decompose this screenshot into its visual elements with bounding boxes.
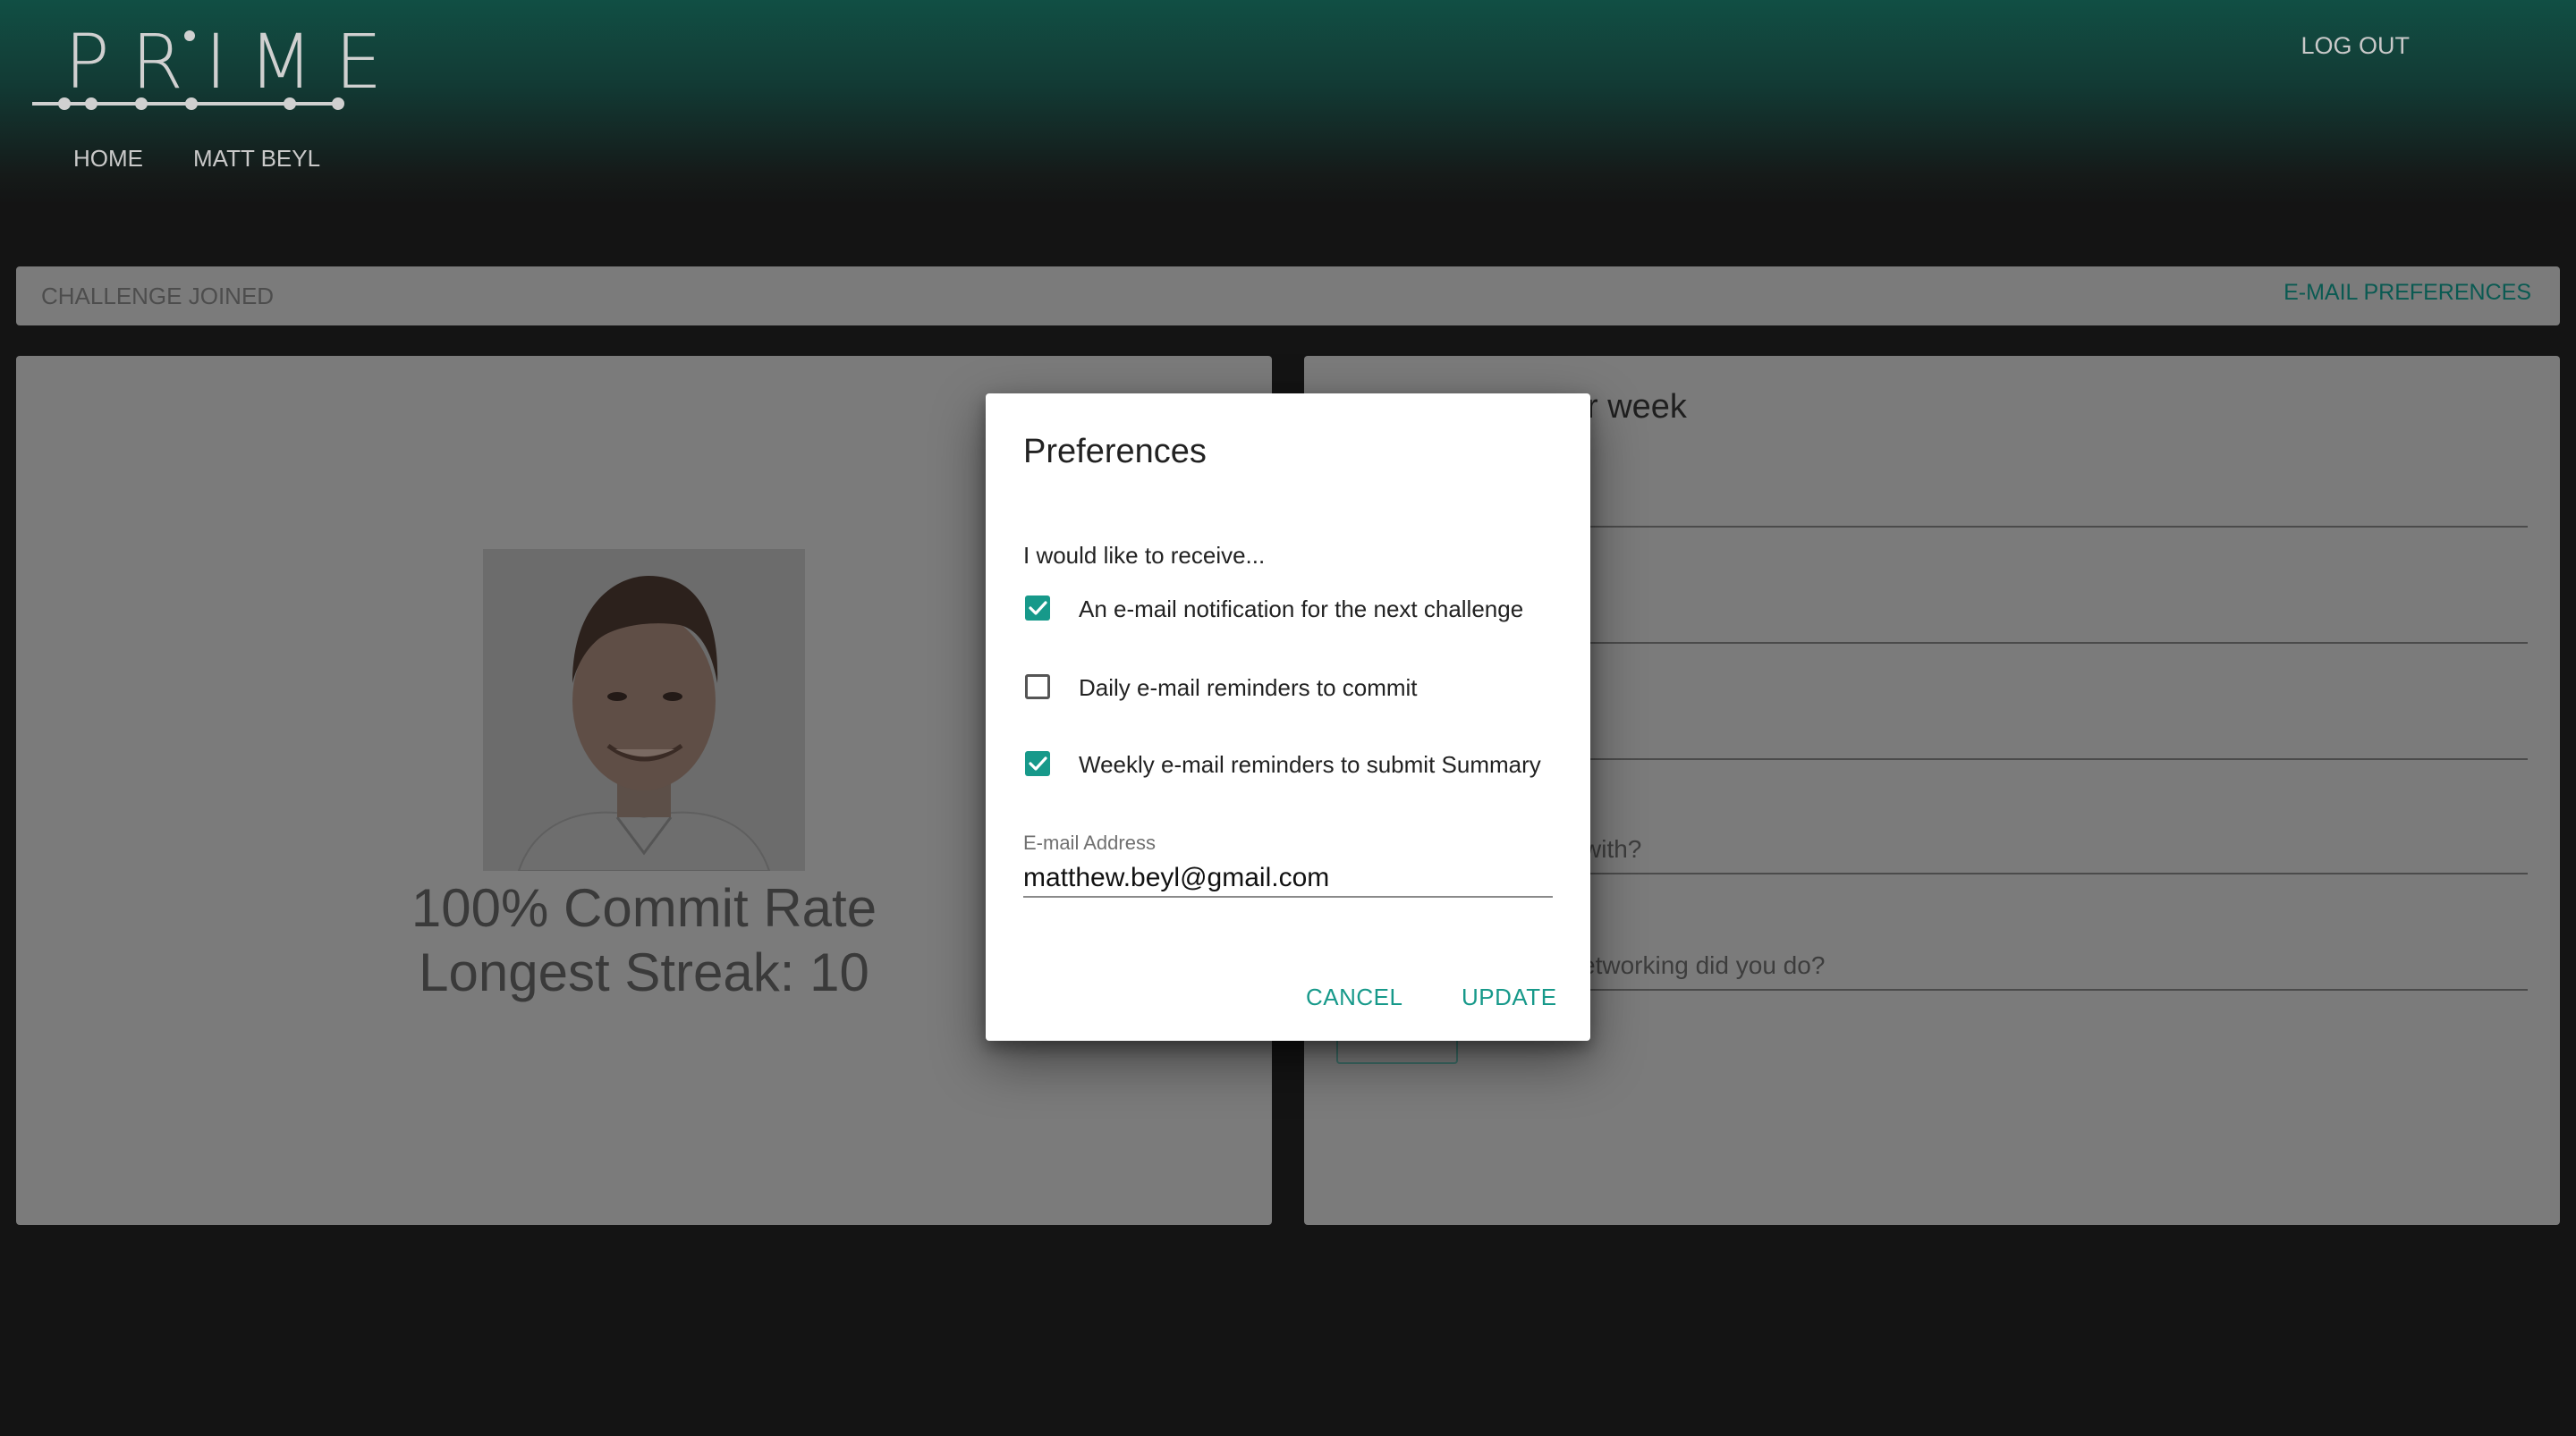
email-field[interactable] xyxy=(1023,860,1553,898)
checkbox-checked-icon[interactable] xyxy=(1025,751,1050,776)
dialog-title: Preferences xyxy=(1023,433,1207,470)
option-label: Weekly e-mail reminders to submit Summar… xyxy=(1079,751,1541,778)
update-button[interactable]: UPDATE xyxy=(1462,984,1557,1010)
dialog-intro-text: I would like to receive... xyxy=(1023,542,1266,569)
preferences-dialog: Preferences I would like to receive... A… xyxy=(986,393,1590,1041)
checkbox-unchecked-icon[interactable] xyxy=(1025,674,1050,699)
checkmark-icon xyxy=(1029,601,1047,615)
page: PRIME LOG OUT HOME MATT BEYL CHALLENGE J… xyxy=(0,0,2576,1436)
cancel-button[interactable]: CANCEL xyxy=(1306,984,1402,1010)
email-field-label: E-mail Address xyxy=(1023,832,1156,854)
option-label: An e-mail notification for the next chal… xyxy=(1079,596,1524,622)
option-label: Daily e-mail reminders to commit xyxy=(1079,674,1418,701)
checkmark-icon xyxy=(1029,756,1047,771)
checkbox-checked-icon[interactable] xyxy=(1025,596,1050,621)
